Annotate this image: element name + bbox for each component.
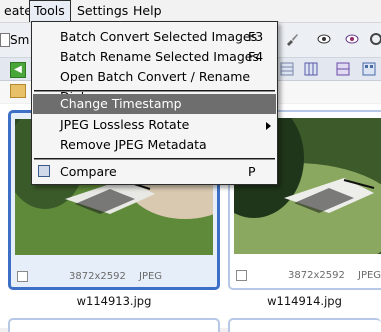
- image-dimensions: 3872x2592: [288, 270, 345, 281]
- thumbnail-card-partial[interactable]: [228, 318, 381, 332]
- thumbnail-checkbox[interactable]: [17, 271, 28, 282]
- menu-item-label: Batch Convert Selected Images: [60, 29, 258, 44]
- small-label: Sm: [10, 33, 30, 47]
- thumbnail-filename[interactable]: w114913.jpg: [8, 294, 220, 308]
- menu-settings[interactable]: Settings: [73, 0, 132, 22]
- tools-menu: Batch Convert Selected Images F3 Batch R…: [31, 21, 278, 185]
- menu-tools[interactable]: Tools: [29, 0, 71, 22]
- menu-separator: [34, 158, 275, 160]
- thumbnail-card-partial[interactable]: [8, 318, 220, 332]
- view-details-icon[interactable]: [304, 62, 318, 76]
- view-thumbs-icon[interactable]: [362, 62, 376, 76]
- menu-batch-convert[interactable]: Batch Convert Selected Images F3: [33, 27, 276, 47]
- menu-item-label: Compare: [60, 164, 117, 179]
- brush-icon[interactable]: [284, 31, 300, 47]
- view-list-icon[interactable]: [336, 62, 350, 76]
- menu-change-timestamp[interactable]: Change Timestamp: [33, 94, 276, 114]
- menu-item-label: Batch Rename Selected Images: [60, 49, 259, 64]
- menu-help[interactable]: Help: [129, 0, 166, 22]
- menu-item-shortcut: P: [248, 164, 256, 179]
- view-grid-icon[interactable]: [280, 62, 294, 76]
- small-checkbox[interactable]: [0, 33, 10, 47]
- thumbnail-checkbox[interactable]: [236, 270, 247, 281]
- menu-bar: eate Tools Settings Help: [0, 0, 381, 23]
- menu-item-label: Change Timestamp: [60, 96, 182, 111]
- menu-separator: [34, 90, 275, 92]
- menu-batch-rename[interactable]: Batch Rename Selected Images F4: [33, 47, 276, 67]
- back-arrow-icon[interactable]: ◀: [10, 62, 26, 78]
- redeye-icon[interactable]: [344, 31, 360, 47]
- image-dimensions: 3872x2592: [69, 271, 126, 282]
- compare-icon: [38, 165, 50, 177]
- menu-item-label: JPEG Lossless Rotate: [60, 117, 190, 132]
- image-format: JPEG: [139, 271, 163, 282]
- menu-item-shortcut: F3: [248, 29, 264, 44]
- eye-icon[interactable]: [316, 31, 332, 47]
- menu-item-label: Remove JPEG Metadata: [60, 137, 207, 152]
- menu-compare[interactable]: Compare P: [33, 162, 276, 182]
- thumbnail-filename[interactable]: w114914.jpg: [228, 294, 381, 308]
- folder-icon[interactable]: [10, 84, 26, 98]
- menu-remove-jpeg-metadata[interactable]: Remove JPEG Metadata: [33, 135, 276, 155]
- menu-item-shortcut: F4: [248, 49, 264, 64]
- image-format: JPEG: [358, 270, 381, 281]
- tool-icon[interactable]: [368, 31, 381, 47]
- menu-jpeg-lossless-rotate[interactable]: JPEG Lossless Rotate: [33, 115, 276, 135]
- menu-open-batch-dialog[interactable]: Open Batch Convert / Rename Dialog: [33, 67, 276, 104]
- submenu-arrow-icon: [266, 122, 271, 130]
